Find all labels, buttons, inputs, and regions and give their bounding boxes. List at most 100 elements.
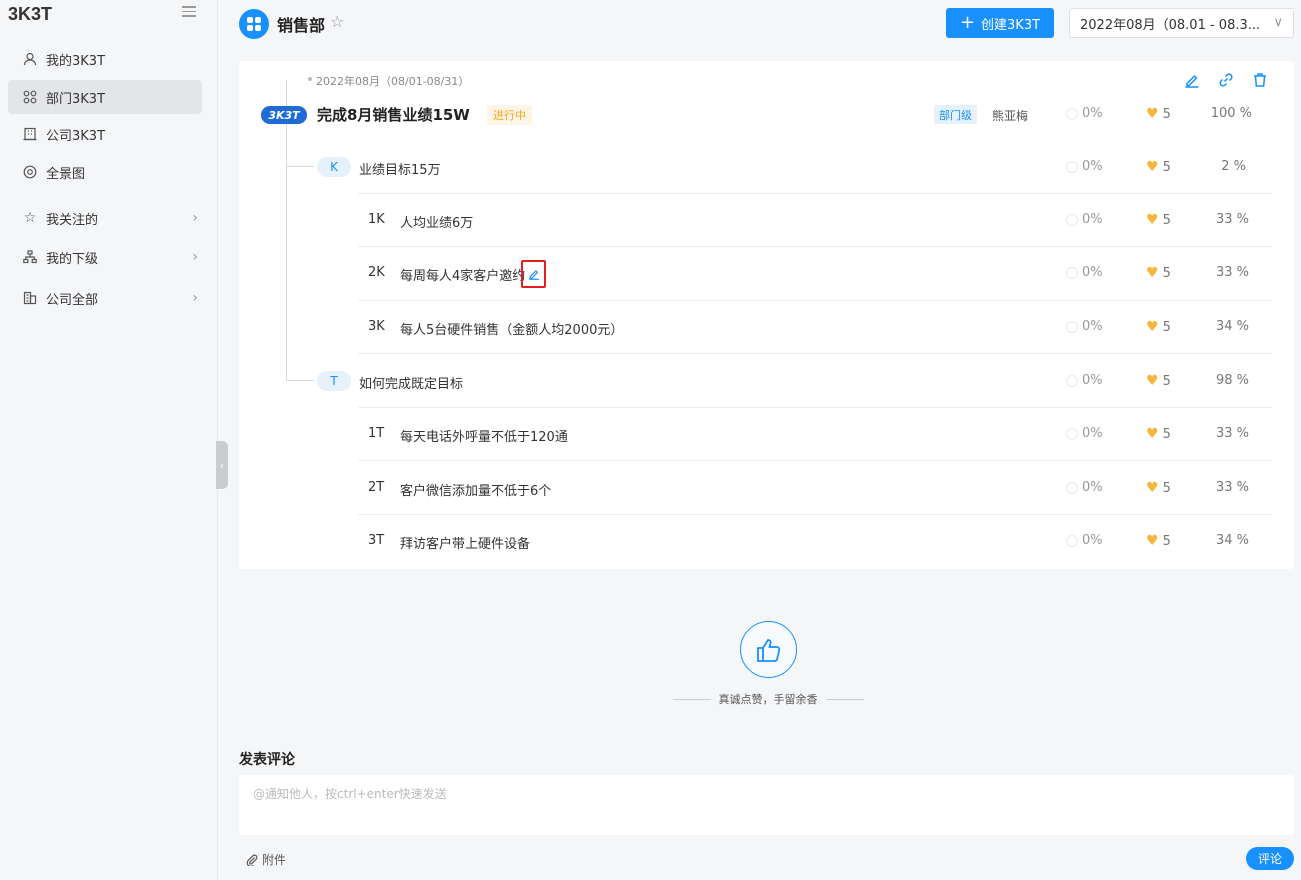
heart-icon: ♥ <box>1146 533 1159 549</box>
likes-value: 5 <box>1162 373 1171 389</box>
row-divider <box>358 407 1272 408</box>
edit-icon[interactable] <box>1184 72 1200 88</box>
create-3k3t-button[interactable]: + 创建3K3T <box>946 8 1054 38</box>
item-text[interactable]: 每周每人4家客户邀约 <box>400 265 525 284</box>
chevron-right-icon: › <box>192 210 198 226</box>
target-icon <box>22 164 38 180</box>
item-likes[interactable]: ♥ 5 <box>1146 265 1171 281</box>
sidebar-item-label: 我的下级 <box>46 251 99 267</box>
item-code: 2T <box>368 480 385 495</box>
group-title[interactable]: 如何完成既定目标 <box>359 373 463 392</box>
owner-name[interactable]: 熊亚梅 <box>992 107 1028 124</box>
tree-line <box>286 80 287 380</box>
progress-value: 0% <box>1082 480 1103 495</box>
objective-period: 2022年08月（08/01-08/31） <box>316 75 470 88</box>
progress-ring-icon <box>1066 481 1078 494</box>
item-weight: 33 % <box>1215 480 1249 495</box>
group-likes[interactable]: ♥ 5 <box>1146 373 1171 389</box>
group-title[interactable]: 业绩目标15万 <box>359 159 441 178</box>
sidebar-item-company-all[interactable]: 公司全部 › <box>8 281 202 315</box>
item-code: 3K <box>368 319 385 334</box>
level-badge: 部门级 <box>934 105 977 124</box>
progress-value: 0% <box>1082 212 1103 227</box>
item-text[interactable]: 拜访客户带上硬件设备 <box>400 533 530 552</box>
sidebar-item-company-3k3t[interactable]: 公司3K3T <box>8 117 202 151</box>
group-likes[interactable]: ♥ 5 <box>1146 159 1171 175</box>
delete-icon[interactable] <box>1252 72 1268 88</box>
likes-value: 5 <box>1162 426 1171 442</box>
item-progress: 0% <box>1066 533 1103 548</box>
heart-icon: ♥ <box>1146 480 1159 496</box>
link-icon[interactable] <box>1218 72 1234 88</box>
likes-value: 5 <box>1162 265 1171 281</box>
item-weight: 34 % <box>1215 319 1249 334</box>
item-text[interactable]: 每天电话外呼量不低于120通 <box>400 426 568 445</box>
comment-input[interactable] <box>253 787 1273 801</box>
period-select[interactable]: 2022年08月（08.01 - 08.3... ∨ <box>1069 8 1294 38</box>
chevron-right-icon: › <box>192 290 198 306</box>
attachment-button[interactable]: 附件 <box>246 851 286 868</box>
progress-ring-icon <box>1066 320 1078 333</box>
chevron-down-icon: ∨ <box>1273 15 1283 30</box>
group-weight: 98 % <box>1215 373 1249 388</box>
okr-card <box>239 61 1294 569</box>
item-code: 1T <box>368 426 385 441</box>
row-divider <box>358 193 1272 194</box>
sidebar-item-label: 全景图 <box>46 166 86 182</box>
item-likes[interactable]: ♥ 5 <box>1146 480 1171 496</box>
progress-value: 0% <box>1082 265 1103 280</box>
period-dot <box>308 77 312 81</box>
group-weight: 2 % <box>1221 159 1246 174</box>
tree-branch <box>286 166 314 167</box>
objective-title[interactable]: 完成8月销售业绩15W <box>317 104 470 125</box>
objective-likes[interactable]: ♥ 5 <box>1146 106 1171 122</box>
favorite-star-icon[interactable]: ☆ <box>330 12 344 31</box>
heart-icon: ♥ <box>1146 319 1159 335</box>
item-likes[interactable]: ♥ 5 <box>1146 319 1171 335</box>
create-button-label: 创建3K3T <box>981 17 1041 33</box>
heart-icon: ♥ <box>1146 212 1159 228</box>
row-divider <box>358 514 1272 515</box>
menu-icon[interactable] <box>182 6 196 20</box>
item-text[interactable]: 人均业绩6万 <box>400 212 473 231</box>
item-likes[interactable]: ♥ 5 <box>1146 533 1171 549</box>
sidebar-item-panorama[interactable]: 全景图 <box>8 155 202 189</box>
progress-value: 0% <box>1082 373 1103 388</box>
user-icon <box>22 51 38 67</box>
dept-logo-icon <box>239 9 269 39</box>
sidebar-item-label: 我关注的 <box>46 212 99 228</box>
sidebar-item-subordinates[interactable]: 我的下级 › <box>8 240 202 274</box>
sidebar-collapse-handle[interactable]: ‹ <box>216 441 228 489</box>
item-likes[interactable]: ♥ 5 <box>1146 212 1171 228</box>
group-badge-k: K <box>317 157 351 177</box>
progress-value: 0% <box>1082 319 1103 334</box>
sidebar-item-dept-3k3t[interactable]: 部门3K3T <box>8 80 202 114</box>
item-progress: 0% <box>1066 426 1103 441</box>
page-title: 销售部 <box>277 16 326 35</box>
sidebar-item-label: 我的3K3T <box>46 53 106 69</box>
sidebar-item-my-3k3t[interactable]: 我的3K3T <box>8 42 202 76</box>
attachment-label: 附件 <box>262 853 287 867</box>
comment-section-title: 发表评论 <box>239 752 295 768</box>
item-text[interactable]: 每人5台硬件销售（金额人均2000元） <box>400 319 623 338</box>
heart-icon: ♥ <box>1146 426 1159 442</box>
item-likes[interactable]: ♥ 5 <box>1146 426 1171 442</box>
inline-edit-pencil-icon[interactable] <box>521 260 546 288</box>
likes-value: 5 <box>1162 319 1171 335</box>
like-button[interactable] <box>740 621 797 678</box>
row-divider <box>358 246 1272 247</box>
submit-comment-button[interactable]: 评论 <box>1246 847 1294 870</box>
chevron-right-icon: › <box>192 249 198 265</box>
heart-icon: ♥ <box>1146 373 1159 389</box>
item-text[interactable]: 客户微信添加量不低于6个 <box>400 480 551 499</box>
sidebar: 3K3T 我的3K3T 部门3K3T 公司3K3T 全景图 ☆ 我关注的 › 我… <box>0 0 218 880</box>
row-divider <box>358 353 1272 354</box>
item-progress: 0% <box>1066 480 1103 495</box>
row-divider <box>358 300 1272 301</box>
sidebar-item-following[interactable]: ☆ 我关注的 › <box>8 201 202 235</box>
status-badge: 进行中 <box>487 105 532 125</box>
progress-ring-icon <box>1066 427 1078 440</box>
heart-icon: ♥ <box>1146 159 1159 175</box>
progress-ring-icon <box>1066 534 1078 547</box>
like-caption-text: 真诚点赞，手留余香 <box>718 693 818 706</box>
